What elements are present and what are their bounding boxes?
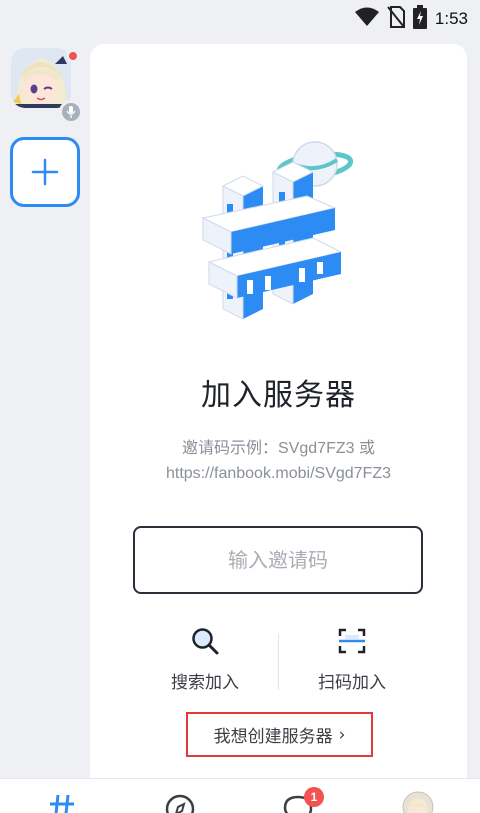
chevron-right-icon: ›	[338, 724, 346, 745]
add-server-button[interactable]	[10, 137, 80, 207]
status-time: 1:53	[434, 9, 468, 28]
scan-join-button[interactable]: 扫码加入	[287, 624, 417, 696]
unread-dot	[67, 50, 79, 62]
create-server-label: 我想创建服务器	[213, 727, 333, 747]
create-server-link[interactable]: 我想创建服务器 ›	[186, 712, 373, 757]
hashtag-icon	[50, 794, 74, 813]
search-join-label: 搜索加入	[171, 673, 239, 693]
scan-join-label: 扫码加入	[318, 673, 386, 693]
server-avatar[interactable]	[11, 48, 71, 108]
hint-line-1: 邀请码示例：SVgd7FZ3 或	[182, 440, 375, 457]
hashtag-planet-illustration	[195, 134, 370, 334]
invite-code-hint: 邀请码示例：SVgd7FZ3 或 https://fanbook.mobi/SV…	[90, 436, 467, 486]
status-bar: 1:53	[0, 0, 480, 34]
search-icon	[192, 628, 219, 655]
action-divider	[278, 634, 279, 690]
hint-line-2: https://fanbook.mobi/SVgd7FZ3	[165, 465, 391, 482]
battery-charging-icon	[412, 5, 427, 33]
server-rail	[0, 34, 90, 778]
plus-icon	[31, 158, 59, 186]
join-server-panel: 加入服务器 邀请码示例：SVgd7FZ3 或 https://fanbook.m…	[90, 44, 467, 778]
no-sim-icon	[387, 6, 405, 32]
nav-profile[interactable]	[388, 779, 448, 813]
page-title: 加入服务器	[201, 378, 356, 413]
status-icons: 1:53	[354, 5, 468, 33]
microphone-icon	[59, 100, 83, 124]
anime-girl-avatar-icon	[11, 48, 71, 108]
scan-icon	[338, 628, 366, 654]
search-join-button[interactable]: 搜索加入	[140, 624, 270, 696]
unread-badge: 1	[304, 787, 324, 807]
user-avatar-icon	[402, 791, 434, 813]
nav-discover[interactable]	[150, 779, 210, 813]
nav-hashtag[interactable]	[32, 779, 92, 813]
wifi-icon	[354, 7, 379, 31]
compass-icon	[165, 794, 195, 813]
invite-code-input[interactable]	[133, 526, 423, 594]
bottom-nav: 1	[0, 778, 480, 813]
